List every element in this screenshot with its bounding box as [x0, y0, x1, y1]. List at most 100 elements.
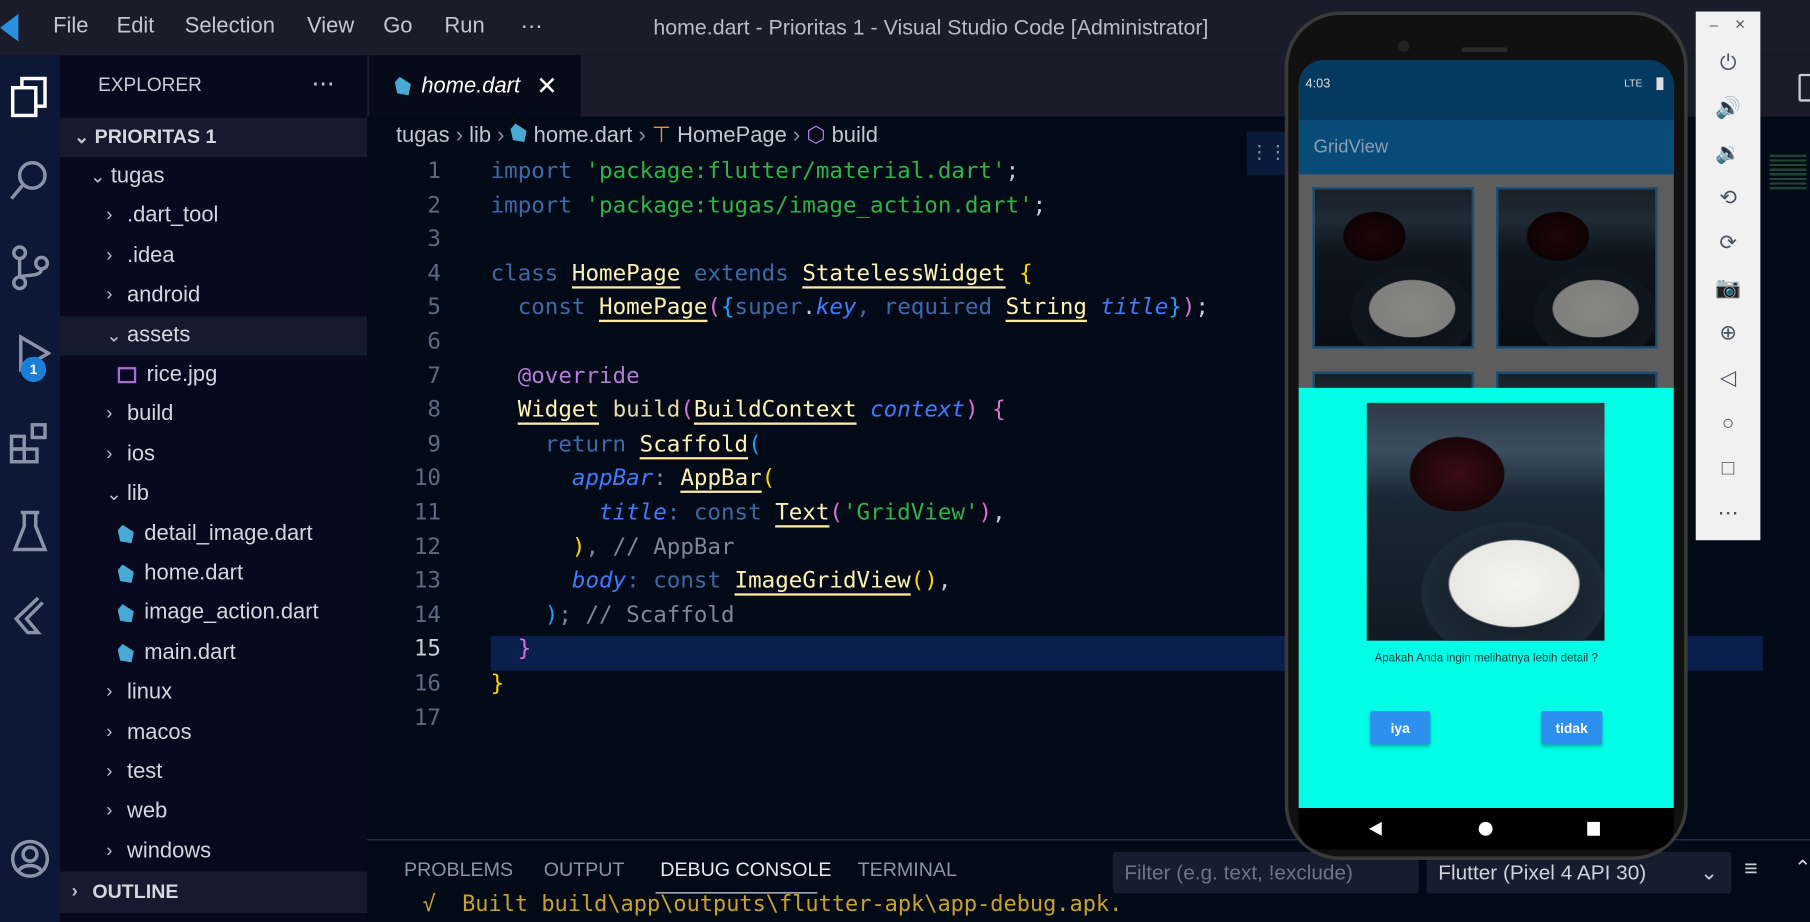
- code-line[interactable]: }: [491, 635, 532, 662]
- code-line[interactable]: body: const ImageGridView(),: [491, 567, 951, 594]
- code-line[interactable]: const HomePage({super.key, required Stri…: [491, 294, 1209, 321]
- tree-item[interactable]: › test: [60, 753, 367, 792]
- tree-item[interactable]: rice.jpg: [60, 356, 367, 395]
- menu-go[interactable]: Go: [383, 14, 412, 39]
- code-line[interactable]: Widget build(BuildContext context) {: [491, 396, 1006, 423]
- code-line[interactable]: return Scaffold(: [491, 430, 762, 457]
- close-tab-icon[interactable]: ✕: [536, 71, 557, 101]
- breadcrumb-tugas[interactable]: tugas: [396, 124, 450, 148]
- code-token: , // AppBar: [585, 532, 735, 560]
- maximize-panel-icon[interactable]: ⌃: [1794, 857, 1810, 881]
- outline-section[interactable]: › OUTLINE: [60, 871, 368, 914]
- rotate-left-icon[interactable]: ⟲: [1696, 186, 1761, 210]
- explorer-title: EXPLORER: [98, 75, 202, 96]
- grid-image[interactable]: [1496, 187, 1658, 349]
- code-token: appBar: [571, 464, 654, 492]
- split-editor-icon[interactable]: [1798, 73, 1810, 102]
- line-number: 4: [427, 259, 441, 287]
- menu-run[interactable]: Run: [444, 14, 484, 39]
- code-line[interactable]: import 'package:flutter/material.dart';: [491, 157, 1020, 184]
- overview-icon[interactable]: □: [1696, 456, 1761, 480]
- search-icon[interactable]: [0, 150, 60, 210]
- workspace-root[interactable]: ⌄ PRIORITAS 1: [60, 117, 368, 157]
- tree-item-label: assets: [126, 322, 191, 347]
- chevron-right-icon: ›: [106, 444, 113, 464]
- breadcrumb-lib[interactable]: lib: [469, 124, 491, 148]
- no-button[interactable]: tidak: [1541, 711, 1603, 745]
- tree-item[interactable]: ⌄ assets: [60, 315, 368, 356]
- menu-more[interactable]: ⋯: [521, 14, 543, 41]
- chevron-right-icon: ›: [106, 801, 113, 822]
- code-line[interactable]: class HomePage extends StatelessWidget {: [491, 259, 1033, 286]
- panel-tab-problems[interactable]: PROBLEMS: [404, 859, 513, 882]
- source-control-icon[interactable]: [0, 238, 60, 298]
- extensions-icon[interactable]: [0, 413, 60, 473]
- emulator-minimize-button[interactable]: –: [1710, 16, 1718, 33]
- code-token: {: [1005, 259, 1033, 287]
- home-icon[interactable]: ○: [1696, 411, 1761, 435]
- tree-item[interactable]: › ios: [60, 435, 367, 474]
- breadcrumb-file[interactable]: home.dart: [534, 124, 633, 148]
- tree-item[interactable]: › .idea: [60, 236, 367, 275]
- tab-label: home.dart: [421, 73, 521, 98]
- camera-icon[interactable]: 📷: [1696, 276, 1761, 300]
- panel-tab-output[interactable]: OUTPUT: [544, 859, 625, 882]
- code-line[interactable]: ), // AppBar: [491, 533, 735, 560]
- code-line[interactable]: }: [491, 670, 505, 697]
- code-line[interactable]: import 'package:tugas/image_action.dart'…: [491, 191, 1047, 218]
- tree-item[interactable]: › android: [60, 276, 367, 315]
- code-token: ,: [992, 498, 1006, 526]
- account-icon[interactable]: [0, 829, 60, 889]
- emulator-close-button[interactable]: ×: [1735, 15, 1745, 35]
- code-line[interactable]: title: const Text('GridView'),: [491, 499, 1006, 526]
- menu-file[interactable]: File: [53, 14, 88, 39]
- menu-view[interactable]: View: [307, 14, 354, 39]
- menu-selection[interactable]: Selection: [185, 14, 275, 39]
- back-icon[interactable]: ◁: [1696, 366, 1761, 390]
- tree-item[interactable]: › web: [60, 792, 367, 831]
- chevron-right-icon: ›: [106, 682, 113, 703]
- more-icon[interactable]: ⋯: [1696, 501, 1761, 525]
- yes-button[interactable]: iya: [1370, 711, 1431, 745]
- tree-item[interactable]: › macos: [60, 713, 367, 752]
- tree-item[interactable]: main.dart: [60, 633, 367, 672]
- menu-edit[interactable]: Edit: [117, 14, 155, 39]
- explorer-more-button[interactable]: ⋯: [312, 69, 335, 98]
- explorer-icon[interactable]: [0, 67, 60, 127]
- code-line[interactable]: appBar: AppBar(: [491, 464, 775, 492]
- tree-item[interactable]: detail_image.dart: [60, 514, 367, 553]
- flutter-icon[interactable]: [0, 586, 60, 646]
- code-token: .: [802, 293, 816, 321]
- tab-home-dart[interactable]: home.dart ✕: [369, 55, 581, 117]
- tree-item[interactable]: image_action.dart: [60, 594, 367, 633]
- tree-item-label: macos: [126, 719, 192, 745]
- breadcrumb-method[interactable]: build: [832, 124, 878, 148]
- code-line[interactable]: @override: [491, 362, 640, 389]
- nav-overview-icon[interactable]: [1587, 821, 1600, 836]
- tree-item[interactable]: home.dart: [60, 554, 367, 593]
- grid-image[interactable]: [1312, 187, 1475, 349]
- clear-console-icon[interactable]: ≡: [1744, 857, 1757, 884]
- panel-tab-debug-console[interactable]: DEBUG CONSOLE: [660, 859, 831, 882]
- panel-tab-terminal[interactable]: TERMINAL: [858, 859, 957, 882]
- code-line[interactable]: ); // Scaffold: [491, 601, 735, 628]
- rotate-right-icon[interactable]: ⟳: [1696, 231, 1761, 255]
- emulator-screen[interactable]: 4:03 LTE GridView Apakah Anda ingin meli…: [1298, 60, 1674, 809]
- tree-item[interactable]: ⌄ tugas: [60, 157, 367, 196]
- volume-down-icon[interactable]: 🔉: [1696, 141, 1761, 165]
- volume-up-icon[interactable]: 🔊: [1696, 96, 1761, 120]
- tree-item[interactable]: ⌄ lib: [60, 475, 367, 514]
- nav-back-icon[interactable]: [1369, 821, 1382, 836]
- breadcrumb-class[interactable]: HomePage: [677, 124, 787, 148]
- tree-item[interactable]: › windows: [60, 832, 367, 871]
- power-icon[interactable]: ⏻: [1696, 51, 1761, 75]
- nav-home-icon[interactable]: [1478, 821, 1493, 836]
- zoom-icon[interactable]: ⊕: [1696, 321, 1761, 345]
- minimap[interactable]: [1769, 154, 1807, 190]
- testing-icon[interactable]: [0, 501, 60, 561]
- tree-item[interactable]: › linux: [60, 673, 367, 712]
- tree-item[interactable]: › .dart_tool: [60, 197, 367, 236]
- tree-item[interactable]: › build: [60, 395, 367, 434]
